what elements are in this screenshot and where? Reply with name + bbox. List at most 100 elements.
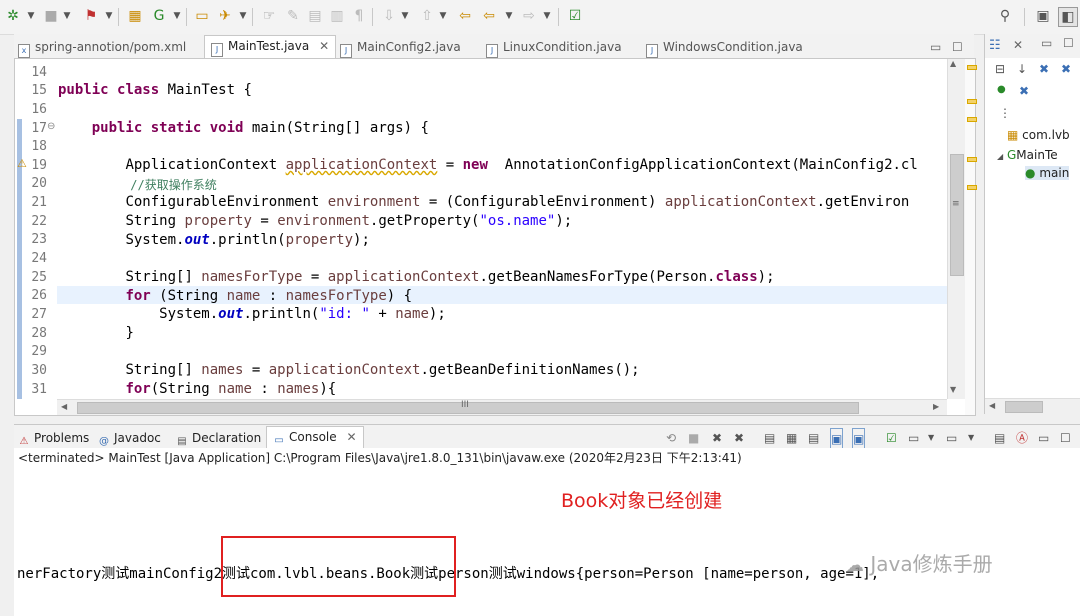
java-perspective-icon[interactable]: ◧ <box>1058 7 1078 27</box>
tab-windowscondition-java[interactable]: J WindowsCondition.java <box>646 37 803 58</box>
word-wrap-icon[interactable]: ▤ <box>808 428 819 448</box>
outline-class-label: MainTe <box>1016 148 1058 162</box>
tab-maintest-java[interactable]: J MainTest.java ✕ <box>204 35 337 58</box>
new-package-icon[interactable]: ▦ <box>126 7 144 25</box>
minimize-icon[interactable]: ▭ <box>930 37 941 57</box>
tab-declaration[interactable]: ▤ Declaration <box>176 428 261 448</box>
pin-console-icon[interactable]: ⟲ <box>666 428 676 448</box>
run-external-icon[interactable]: ⚑ <box>82 7 100 25</box>
remove-all-launches-icon[interactable]: ✖ <box>734 428 744 448</box>
scrollbar-thumb[interactable] <box>950 154 964 276</box>
tab-problems[interactable]: ⚠ Problems <box>18 428 90 448</box>
toggle-mark-icon[interactable]: ☞ <box>260 7 278 25</box>
open-perspective-icon[interactable]: ▣ <box>1034 7 1052 25</box>
horizontal-scrollbar[interactable]: ◀ III ▶ <box>57 399 947 415</box>
forward-dropdown-icon[interactable]: ▼ <box>542 7 552 25</box>
show-on-stdout-icon[interactable]: ▣ <box>830 428 844 450</box>
minimize-icon[interactable]: ▭ <box>1038 428 1049 448</box>
clear-console-icon[interactable]: ▤ <box>764 428 775 448</box>
display-console-icon[interactable]: ▭ <box>908 428 919 448</box>
outline-package[interactable]: ▦ com.lvb <box>1007 128 1070 142</box>
forward-icon[interactable]: ⇨ <box>520 7 538 25</box>
copy-icon[interactable]: ▤ <box>994 428 1005 448</box>
maximize-icon[interactable]: ☐ <box>1063 36 1074 50</box>
warning-marker[interactable] <box>967 117 977 122</box>
block-selection-icon[interactable]: ▤ <box>306 7 324 25</box>
close-icon[interactable]: ✕ <box>1013 38 1023 52</box>
next-annotation-dropdown-icon[interactable]: ▼ <box>400 7 410 25</box>
hide-nonpublic-icon[interactable]: ● <box>997 84 1006 95</box>
run-external-dropdown-icon[interactable]: ▼ <box>104 7 114 25</box>
fold-toggle-icon[interactable]: ⊖ <box>47 121 55 132</box>
tab-console[interactable]: ▭ Console ✕ <box>266 426 364 449</box>
warning-marker[interactable] <box>967 157 977 162</box>
vertical-scrollbar[interactable]: ▲ ≡ ▼ <box>947 59 965 399</box>
outline-method[interactable]: ● main <box>1025 166 1070 180</box>
tab-mainconfig2-java[interactable]: J MainConfig2.java <box>340 37 461 58</box>
watermark: ☁ Java修炼手册 <box>846 548 993 577</box>
pin-icon[interactable]: ☑ <box>886 428 897 448</box>
tab-javadoc[interactable]: @ Javadoc <box>98 428 161 448</box>
stop-icon[interactable]: ■ <box>42 7 60 25</box>
scroll-left-icon[interactable]: ◀ <box>989 401 995 410</box>
remove-launch-icon[interactable]: ✖ <box>712 428 722 448</box>
scroll-lock-icon[interactable]: ▦ <box>786 428 797 448</box>
scroll-down-icon[interactable]: ▼ <box>950 385 956 394</box>
outline-class[interactable]: ◢ GMainTe <box>997 148 1058 162</box>
code-editor[interactable]: ⚠ 14 15 16 17 ⊖ 18 19 20 21 22 23 24 25 … <box>14 58 977 416</box>
minimize-icon[interactable]: ▭ <box>1041 36 1052 50</box>
debug-dropdown-icon[interactable]: ▼ <box>26 7 36 25</box>
close-icon[interactable]: ✕ <box>319 39 329 53</box>
view-menu-icon[interactable]: ⋮ <box>999 106 1011 120</box>
horizontal-scrollbar[interactable]: ◀ <box>985 398 1080 414</box>
maximize-icon[interactable]: ☐ <box>1060 428 1071 448</box>
open-console-icon[interactable]: ▭ <box>946 428 957 448</box>
scroll-up-icon[interactable]: ▲ <box>950 59 956 68</box>
display-console-dropdown-icon[interactable]: ▼ <box>928 428 934 448</box>
tab-label: Problems <box>34 431 90 445</box>
pin-editor-icon[interactable]: ☑ <box>566 7 584 25</box>
console-output-area[interactable]: Book对象已经创建 nerFactory测试mainConfig2测试com.… <box>14 468 1080 616</box>
java-file-icon: J <box>646 44 658 58</box>
sort-icon[interactable]: ↓ <box>1017 62 1027 76</box>
scrollbar-thumb[interactable] <box>1005 401 1043 413</box>
open-type-icon[interactable]: ▭ <box>193 7 211 25</box>
expand-icon[interactable]: ◢ <box>997 152 1003 161</box>
warning-marker[interactable] <box>967 185 977 190</box>
search-tool-icon[interactable]: ✈ <box>216 7 234 25</box>
new-class-icon[interactable]: G <box>150 7 168 25</box>
line-number: 14 <box>31 65 47 80</box>
hide-local-types-icon[interactable]: ✖ <box>1019 84 1029 98</box>
warning-marker[interactable] <box>967 99 977 104</box>
scroll-left-icon[interactable]: ◀ <box>61 402 67 411</box>
maximize-icon[interactable]: ☐ <box>952 37 963 57</box>
back-dropdown-icon[interactable]: ▼ <box>504 7 514 25</box>
toggle-breadcrumb-icon[interactable]: ✎ <box>284 7 302 25</box>
terminate-icon[interactable]: ■ <box>688 428 699 448</box>
hide-static-icon[interactable]: ✖ <box>1061 62 1071 76</box>
debug-icon[interactable]: ✲ <box>4 7 22 25</box>
overview-ruler[interactable] <box>965 59 977 415</box>
word-wrap-icon[interactable]: ▥ <box>328 7 346 25</box>
last-edit-icon[interactable]: ⇦ <box>456 7 474 25</box>
warning-marker[interactable] <box>967 65 977 70</box>
tab-pom-xml[interactable]: x spring-annotion/pom.xml <box>18 37 186 58</box>
previous-annotation-dropdown-icon[interactable]: ▼ <box>438 7 448 25</box>
show-on-stderr-icon[interactable]: ▣ <box>852 428 866 450</box>
show-whitespace-icon[interactable]: ¶ <box>350 7 368 25</box>
ant-icon[interactable]: Ⓐ <box>1016 428 1028 448</box>
stop-dropdown-icon[interactable]: ▼ <box>62 7 72 25</box>
next-annotation-icon[interactable]: ⇩ <box>380 7 398 25</box>
collapse-all-icon[interactable]: ⊟ <box>995 62 1005 76</box>
close-icon[interactable]: ✕ <box>346 430 356 444</box>
new-class-dropdown-icon[interactable]: ▼ <box>172 7 182 25</box>
search-dropdown-icon[interactable]: ▼ <box>238 7 248 25</box>
open-console-dropdown-icon[interactable]: ▼ <box>968 428 974 448</box>
previous-annotation-icon[interactable]: ⇧ <box>418 7 436 25</box>
back-icon[interactable]: ⇦ <box>480 7 498 25</box>
tab-linuxcondition-java[interactable]: J LinuxCondition.java <box>486 37 622 58</box>
hide-fields-icon[interactable]: ✖ <box>1039 62 1049 76</box>
scroll-right-icon[interactable]: ▶ <box>933 402 939 411</box>
tab-label: Declaration <box>192 431 262 445</box>
quick-access-search-icon[interactable]: ⚲ <box>996 7 1014 25</box>
